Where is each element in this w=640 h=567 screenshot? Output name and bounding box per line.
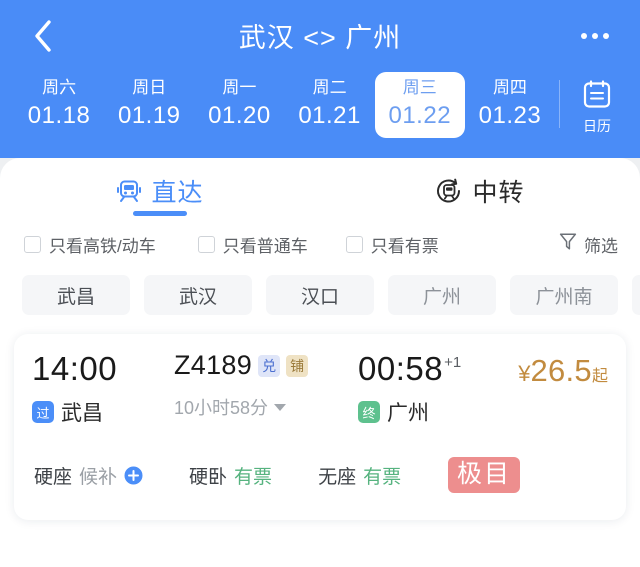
- price-block: ¥26.5起: [508, 353, 608, 389]
- station-chip-0[interactable]: 武昌: [22, 275, 130, 315]
- date-weekday: 周日: [132, 78, 167, 97]
- date-weekday: 周六: [42, 78, 77, 97]
- station-chip-3[interactable]: 广州: [388, 275, 496, 315]
- checkbox-icon[interactable]: [345, 235, 363, 253]
- arrival-station-name: 广州: [387, 402, 429, 425]
- date-value: 01.20: [208, 102, 271, 129]
- seat-availability-row: 硬座 候补 硬卧 有票 无座 有票 极目: [32, 427, 608, 493]
- departure-station-name: 武昌: [61, 402, 103, 425]
- departure-time: 14:00: [32, 350, 118, 387]
- tab-direct[interactable]: 直达: [0, 158, 320, 220]
- page-title: 武汉 <> 广州: [238, 23, 402, 53]
- filter-normal-train[interactable]: 只看普通车: [197, 232, 308, 257]
- more-options-icon[interactable]: [576, 19, 614, 53]
- arrival-column: 00:58 +1 终 广州: [358, 350, 508, 427]
- tab-bar: 直达 中转: [0, 158, 640, 220]
- date-weekday: 周四: [492, 78, 527, 97]
- tab-active-underline: [133, 211, 187, 216]
- date-strip: 周六 01.18 周日 01.19 周一 01.20 周二 01.21 周三 0…: [0, 72, 640, 158]
- seat-hard-sleeper[interactable]: 硬卧 有票: [189, 462, 272, 489]
- date-item-4-selected[interactable]: 周三 01.22: [374, 72, 465, 138]
- seat-hard-sleeper-status: 有票: [234, 466, 273, 488]
- source-watermark: 极目: [447, 457, 520, 493]
- filter-button[interactable]: 筛选: [559, 232, 618, 257]
- berth-tag: 铺: [286, 354, 309, 377]
- station-chip-2[interactable]: 汉口: [266, 275, 374, 315]
- train-front-icon: [116, 179, 142, 203]
- price-amount: 26.5: [530, 353, 592, 388]
- arrival-station-row: 终 广州: [358, 397, 508, 427]
- tab-transfer-label: 中转: [472, 179, 525, 207]
- add-waitlist-icon[interactable]: [124, 466, 143, 485]
- date-value: 01.23: [478, 102, 542, 129]
- seat-no-seat-name: 无座: [318, 466, 357, 488]
- filter-button-label: 筛选: [584, 236, 618, 256]
- seat-no-seat-status: 有票: [363, 466, 402, 488]
- transfer-train-icon: [435, 178, 463, 204]
- seat-hard-seat[interactable]: 硬座 候补: [34, 462, 143, 489]
- date-value: 01.22: [388, 102, 452, 129]
- date-value: 01.18: [27, 102, 91, 129]
- terminus-badge: 终: [358, 401, 380, 423]
- funnel-icon: [559, 232, 577, 256]
- station-chip-1[interactable]: 武汉: [144, 275, 252, 315]
- currency-symbol: ¥: [518, 361, 531, 386]
- calendar-icon: [582, 79, 612, 116]
- app-header: 武汉 <> 广州 周六 01.18 周日 01.19 周一 01.20 周二 0…: [0, 0, 640, 158]
- train-result-card[interactable]: 14:00 过 武昌 Z4189 兑 铺 10小时58分 00:58 +1 终 …: [14, 334, 626, 520]
- back-button[interactable]: [26, 19, 60, 53]
- tab-direct-label: 直达: [151, 179, 204, 207]
- station-chip-row[interactable]: 武昌 武汉 汉口 广州 广州南: [0, 268, 640, 328]
- exchange-tag: 兑: [258, 354, 281, 377]
- arrival-time: 00:58: [358, 350, 444, 387]
- seat-hard-seat-name: 硬座: [34, 466, 73, 488]
- checkbox-icon[interactable]: [24, 235, 41, 253]
- nav-bar: 武汉 <> 广州: [0, 0, 640, 72]
- tab-transfer[interactable]: 中转: [320, 158, 640, 220]
- date-item-1[interactable]: 周日 01.19: [104, 72, 194, 138]
- checkbox-icon[interactable]: [197, 235, 215, 253]
- date-item-2[interactable]: 周一 01.20: [194, 72, 284, 138]
- date-item-3[interactable]: 周二 01.21: [285, 72, 375, 138]
- duration-label: 10小时58分: [174, 398, 269, 418]
- filter-available-only-label: 只看有票: [370, 236, 439, 256]
- ticket-search-screen: 武汉 <> 广州 周六 01.18 周日 01.19 周一 01.20 周二 0…: [0, 0, 640, 567]
- departure-column: 14:00 过 武昌: [32, 350, 168, 427]
- seat-hard-seat-status: 候补: [79, 466, 118, 488]
- duration-dropdown[interactable]: 10小时58分: [174, 394, 358, 420]
- date-item-0[interactable]: 周六 01.18: [14, 72, 104, 138]
- arrival-time-row: 00:58 +1: [358, 350, 508, 388]
- pass-through-badge: 过: [32, 401, 54, 423]
- train-number-row: Z4189 兑 铺: [174, 350, 358, 381]
- train-info-column: Z4189 兑 铺 10小时58分: [168, 350, 358, 420]
- seat-hard-sleeper-name: 硬卧: [189, 466, 228, 488]
- chevron-down-icon: [274, 403, 287, 411]
- date-value: 01.21: [298, 102, 361, 129]
- filter-available-only[interactable]: 只看有票: [345, 232, 439, 257]
- results-sheet: 直达 中转 只看高铁/动车 只看普通车 只看有票 筛选 武昌 武汉 汉口 广州 …: [0, 158, 640, 567]
- date-item-5[interactable]: 周四 01.23: [465, 72, 555, 138]
- date-weekday: 周三: [402, 78, 437, 97]
- date-weekday: 周一: [222, 78, 257, 97]
- calendar-button[interactable]: 日历: [566, 72, 628, 134]
- date-value: 01.19: [117, 102, 181, 129]
- train-number: Z4189: [174, 350, 253, 380]
- filter-row: 只看高铁/动车 只看普通车 只看有票 筛选: [0, 220, 640, 268]
- date-weekday: 周二: [312, 78, 347, 97]
- filter-highspeed-label: 只看高铁/动车: [49, 236, 156, 256]
- calendar-label: 日历: [583, 118, 612, 134]
- filter-normal-train-label: 只看普通车: [222, 236, 308, 256]
- filter-highspeed[interactable]: 只看高铁/动车: [24, 232, 156, 257]
- train-card-main: 14:00 过 武昌 Z4189 兑 铺 10小时58分 00:58 +1 终 …: [32, 350, 608, 427]
- next-day-indicator: +1: [444, 354, 462, 371]
- departure-station-row: 过 武昌: [32, 397, 168, 427]
- price-suffix: 起: [591, 368, 608, 385]
- divider: [559, 80, 561, 128]
- seat-no-seat[interactable]: 无座 有票: [318, 462, 401, 489]
- price-column: ¥26.5起: [508, 350, 608, 389]
- station-chip-4[interactable]: 广州南: [510, 275, 618, 315]
- station-chip-5-partial[interactable]: [632, 275, 640, 315]
